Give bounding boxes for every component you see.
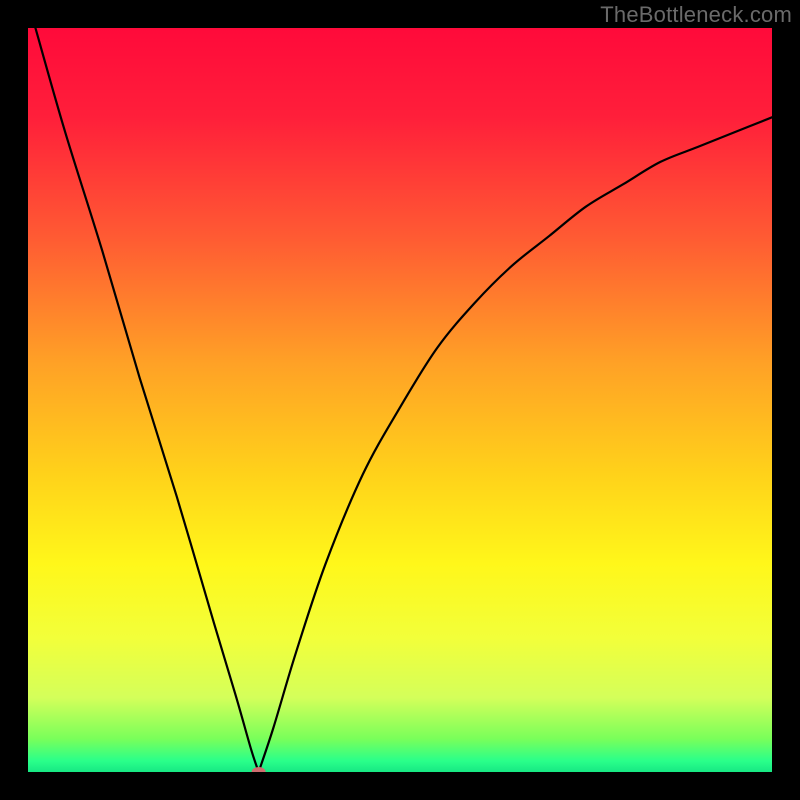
- chart-svg: [28, 28, 772, 772]
- gradient-background: [28, 28, 772, 772]
- chart-frame: TheBottleneck.com: [0, 0, 800, 800]
- plot-area: [28, 28, 772, 772]
- watermark-text: TheBottleneck.com: [600, 2, 792, 28]
